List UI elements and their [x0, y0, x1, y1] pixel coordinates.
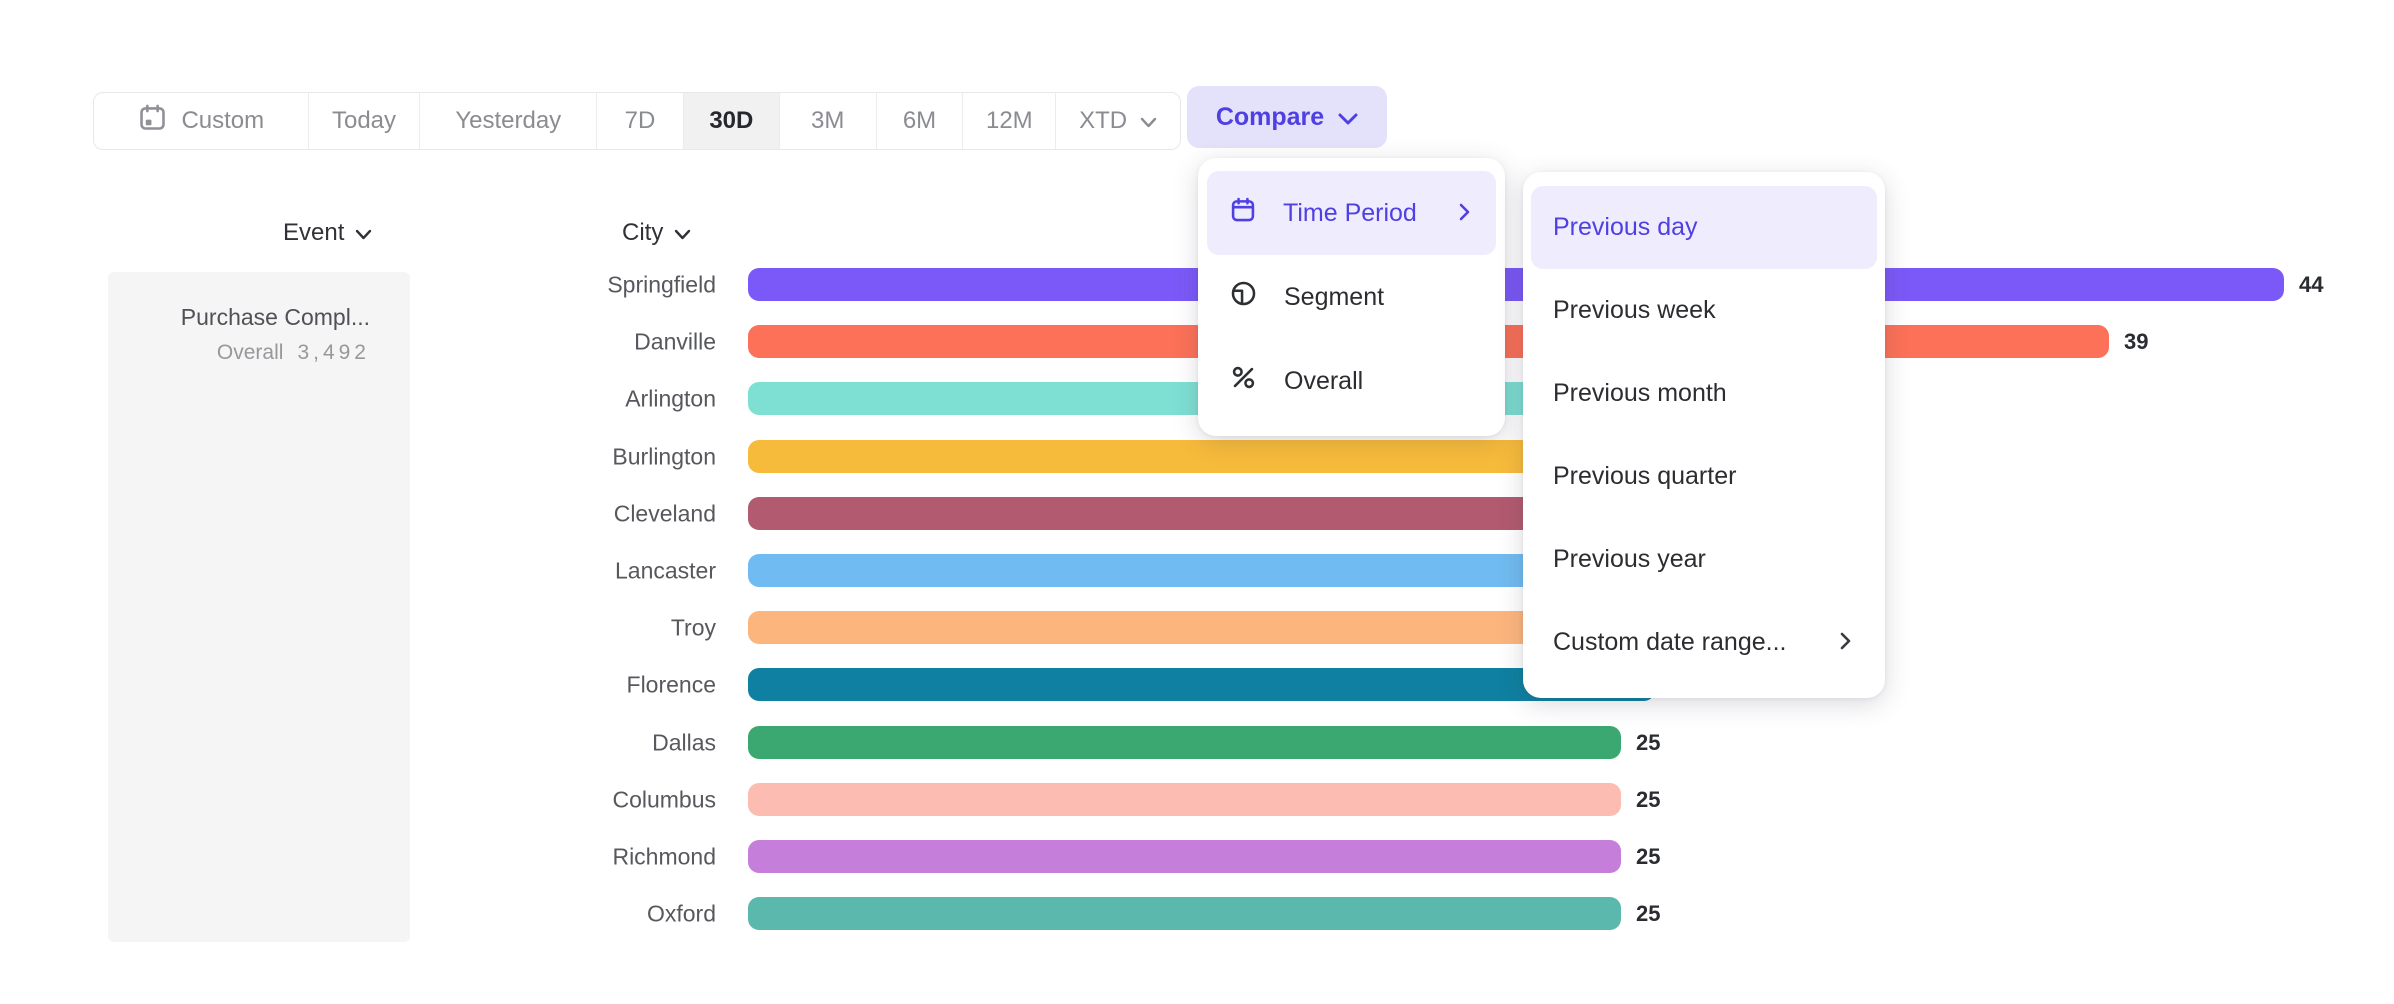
submenu-item-previous-month[interactable]: Previous month — [1531, 352, 1877, 435]
city-bar-chart: Springfield 44 Danville 39 Arlington Burlingt… — [0, 0, 2394, 1004]
bar-value-label: 25 — [1636, 789, 1660, 811]
bar-richmond[interactable] — [748, 840, 1621, 873]
bar-springfield[interactable] — [748, 268, 2284, 301]
submenu-item-label: Previous day — [1553, 213, 1851, 242]
bar-dallas[interactable] — [748, 726, 1621, 759]
bar-value-label: 25 — [1636, 903, 1660, 925]
bar-row-florence: Florence — [0, 668, 2394, 701]
submenu-item-label: Previous year — [1553, 545, 1851, 574]
submenu-item-previous-quarter[interactable]: Previous quarter — [1531, 435, 1877, 518]
bar-row-burlington: Burlington — [0, 440, 2394, 473]
bar-row-dallas: Dallas 25 — [0, 726, 2394, 759]
submenu-item-label: Previous week — [1553, 296, 1851, 325]
bar-row-danville: Danville 39 — [0, 325, 2394, 358]
chevron-right-icon — [1459, 199, 1470, 228]
menu-item-time-period[interactable]: Time Period — [1207, 171, 1496, 255]
bar-florence[interactable] — [748, 668, 1655, 701]
chevron-right-icon — [1840, 628, 1851, 657]
city-label: Arlington — [416, 387, 716, 410]
segment-icon — [1229, 279, 1258, 315]
bar-row-arlington: Arlington — [0, 382, 2394, 415]
bar-value-label: 39 — [2124, 331, 2148, 353]
bar-row-columbus: Columbus 25 — [0, 783, 2394, 816]
menu-item-label: Time Period — [1283, 199, 1433, 228]
bar-row-springfield: Springfield 44 — [0, 268, 2394, 301]
time-period-submenu: Previous day Previous week Previous month P… — [1523, 172, 1885, 698]
city-label: Richmond — [416, 845, 716, 868]
city-label: Oxford — [416, 902, 716, 925]
city-label: Troy — [416, 616, 716, 639]
bar-value-label: 25 — [1636, 732, 1660, 754]
menu-item-label: Segment — [1284, 283, 1470, 312]
bar-row-lancaster: Lancaster — [0, 554, 2394, 587]
city-label: Lancaster — [416, 559, 716, 582]
submenu-item-custom-date-range[interactable]: Custom date range... — [1531, 601, 1877, 684]
menu-item-segment[interactable]: Segment — [1207, 255, 1496, 339]
submenu-item-previous-year[interactable]: Previous year — [1531, 518, 1877, 601]
percent-icon — [1229, 363, 1258, 399]
compare-dropdown-menu: Time Period Segment Overall — [1198, 158, 1505, 436]
city-label: Dallas — [416, 731, 716, 754]
bar-row-troy: Troy — [0, 611, 2394, 644]
bar-row-oxford: Oxford 25 — [0, 897, 2394, 930]
bar-row-cleveland: Cleveland — [0, 497, 2394, 530]
city-label: Burlington — [416, 445, 716, 468]
city-label: Danville — [416, 330, 716, 353]
submenu-item-label: Previous month — [1553, 379, 1851, 408]
submenu-item-previous-week[interactable]: Previous week — [1531, 269, 1877, 352]
city-label: Cleveland — [416, 502, 716, 525]
bar-row-richmond: Richmond 25 — [0, 840, 2394, 873]
submenu-item-previous-day[interactable]: Previous day — [1531, 186, 1877, 269]
city-label: Columbus — [416, 788, 716, 811]
bar-oxford[interactable] — [748, 897, 1621, 930]
menu-item-label: Overall — [1284, 367, 1470, 396]
city-label: Florence — [416, 673, 716, 696]
city-label: Springfield — [416, 273, 716, 296]
calendar-icon — [1229, 196, 1257, 231]
submenu-item-label: Previous quarter — [1553, 462, 1851, 491]
bar-columbus[interactable] — [748, 783, 1621, 816]
menu-item-overall[interactable]: Overall — [1207, 339, 1496, 423]
analytics-dashboard: CustomTodayYesterday7D30D3M6M12MXTD Comp… — [0, 0, 2394, 1004]
submenu-item-label: Custom date range... — [1553, 628, 1814, 657]
bar-value-label: 44 — [2299, 274, 2323, 296]
bar-value-label: 25 — [1636, 846, 1660, 868]
